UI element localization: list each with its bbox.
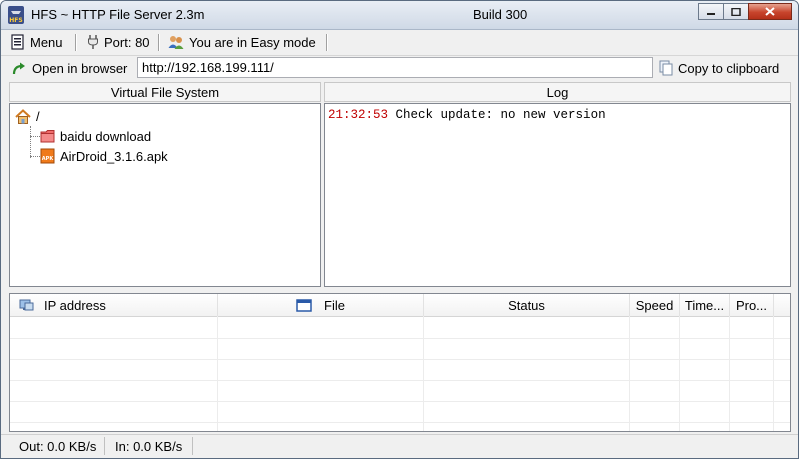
- connections-list[interactable]: IP address File Status Speed Time... Pro…: [9, 293, 791, 432]
- window-controls: [698, 3, 792, 20]
- vfs-header: Virtual File System: [9, 82, 321, 102]
- url-field[interactable]: [137, 57, 653, 78]
- log-header: Log: [324, 82, 791, 102]
- maximize-button[interactable]: [723, 3, 749, 20]
- tree-item-label: AirDroid_3.1.6.apk: [60, 148, 168, 164]
- tree-connector: [30, 126, 31, 158]
- mode-button[interactable]: You are in Easy mode: [168, 32, 316, 52]
- column-file-label: File: [324, 297, 345, 313]
- column-time-label: Time...: [684, 297, 725, 313]
- tree-item[interactable]: APK AirDroid_3.1.6.apk: [40, 147, 168, 165]
- copy-to-clipboard-label: Copy to clipboard: [678, 60, 780, 76]
- minimize-button[interactable]: [698, 3, 724, 20]
- column-file[interactable]: File: [218, 294, 424, 316]
- folder-icon: [40, 130, 55, 143]
- column-ip-address[interactable]: IP address: [10, 294, 218, 316]
- maximize-icon: [731, 7, 741, 16]
- grid-line: [10, 338, 790, 339]
- grid-line: [729, 316, 730, 431]
- toolbar-separator: [158, 34, 159, 51]
- tree-root[interactable]: /: [15, 107, 40, 125]
- apk-file-icon: APK: [40, 148, 55, 164]
- log-entry-time: 21:32:53: [328, 108, 389, 122]
- mode-label: You are in Easy mode: [189, 34, 316, 50]
- tree-root-label: /: [36, 108, 40, 124]
- window-title: HFS ~ HTTP File Server 2.3m: [31, 7, 205, 22]
- port-button[interactable]: Port: 80: [87, 32, 150, 52]
- toolbar-separator: [326, 34, 327, 51]
- vfs-header-label: Virtual File System: [110, 84, 220, 100]
- minimize-icon: [707, 12, 715, 15]
- tree-item[interactable]: baidu download: [40, 127, 151, 145]
- grid-line: [10, 380, 790, 381]
- log-header-label: Log: [546, 84, 569, 100]
- hfs-app-icon: HFS: [8, 6, 24, 24]
- grid-line: [773, 316, 774, 431]
- open-in-browser-label: Open in browser: [32, 60, 128, 76]
- close-button[interactable]: [748, 3, 792, 20]
- status-out-speed: Out: 0.0 KB/s: [9, 437, 105, 455]
- build-label: Build 300: [473, 7, 528, 22]
- network-icon: [19, 299, 34, 311]
- log-entry: 21:32:53 Check update: no new version: [328, 108, 787, 122]
- apk-icon-text: APK: [42, 156, 55, 162]
- plug-icon: [87, 34, 99, 50]
- arrow-icon: [12, 61, 27, 76]
- main-toolbar: Menu Port: 80 You are in Easy mode: [1, 30, 798, 56]
- column-status-label: Status: [508, 297, 545, 313]
- column-status[interactable]: Status: [424, 294, 630, 316]
- file-window-icon: [296, 298, 312, 312]
- log-area[interactable]: 21:32:53 Check update: no new version: [324, 103, 791, 287]
- toolbar-separator: [75, 34, 76, 51]
- address-toolbar: Open in browser Copy to clipboard: [1, 56, 798, 80]
- column-speed-label: Speed: [635, 297, 674, 313]
- grid-line: [10, 401, 790, 402]
- grid-line: [217, 316, 218, 431]
- menu-icon: [11, 34, 25, 50]
- column-progress-label: Pro...: [735, 297, 768, 313]
- column-ip-address-label: IP address: [44, 297, 106, 313]
- virtual-file-system-tree[interactable]: / baidu download APK AirDroid_3.1.6.apk: [9, 103, 321, 287]
- connections-header: IP address File Status Speed Time... Pro…: [10, 294, 790, 317]
- column-progress[interactable]: Pro...: [730, 294, 774, 316]
- grid-line: [10, 422, 790, 423]
- users-icon: [168, 34, 184, 50]
- tree-item-label: baidu download: [60, 128, 152, 144]
- grid-line: [10, 359, 790, 360]
- app-window: HFS HFS ~ HTTP File Server 2.3m Build 30…: [0, 0, 799, 459]
- open-in-browser-button[interactable]: Open in browser: [12, 58, 127, 78]
- title-bar[interactable]: HFS HFS ~ HTTP File Server 2.3m Build 30…: [1, 1, 798, 30]
- status-in-speed: In: 0.0 KB/s: [105, 437, 193, 455]
- copy-to-clipboard-button[interactable]: Copy to clipboard: [659, 58, 779, 78]
- menu-button[interactable]: Menu: [11, 32, 63, 52]
- column-speed[interactable]: Speed: [630, 294, 680, 316]
- port-label: Port: 80: [104, 34, 150, 50]
- column-time[interactable]: Time...: [680, 294, 730, 316]
- status-bar: Out: 0.0 KB/s In: 0.0 KB/s: [1, 434, 798, 458]
- home-icon: [15, 108, 31, 124]
- log-entry-message: Check update: no new version: [395, 108, 606, 122]
- menu-label: Menu: [30, 34, 63, 50]
- grid-line: [629, 316, 630, 431]
- close-icon: [765, 7, 775, 16]
- app-icon-text: HFS: [9, 17, 22, 24]
- clipboard-icon: [659, 60, 673, 76]
- grid-line: [423, 316, 424, 431]
- grid-line: [679, 316, 680, 431]
